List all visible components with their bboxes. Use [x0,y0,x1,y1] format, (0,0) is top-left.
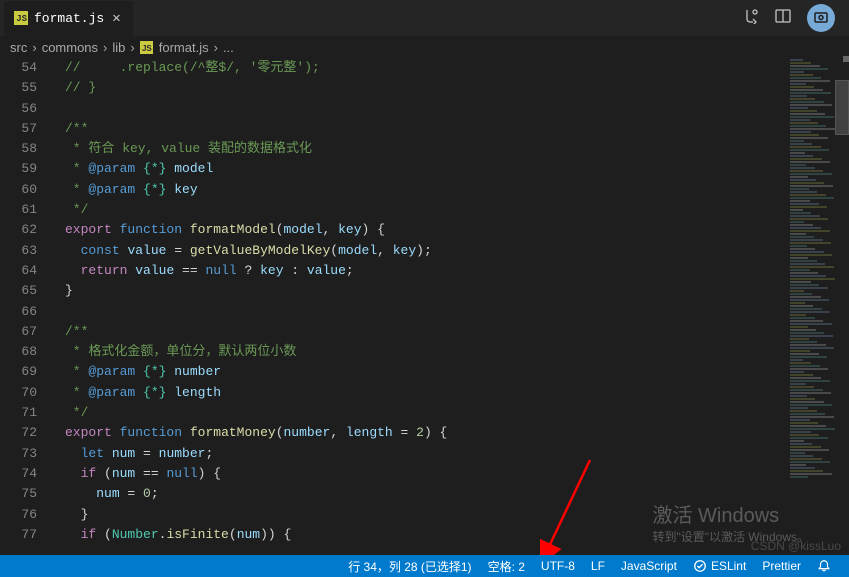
tab-bar: JS format.js ✕ [0,0,849,36]
chevron-right-icon: › [214,40,218,55]
breadcrumb-item[interactable]: lib [112,40,125,55]
csdn-watermark: CSDN @kissLuo [751,539,841,553]
breadcrumb-item[interactable]: commons [42,40,98,55]
breadcrumb-item[interactable]: ... [223,40,234,55]
chevron-right-icon: › [130,40,134,55]
compare-changes-icon[interactable] [743,8,759,28]
code-content[interactable]: // .replace(/^整$/, '零元整');// } /** * 符合 … [55,58,784,555]
editor[interactable]: 5455565758596061626364656667686970717273… [0,58,849,555]
chevron-right-icon: › [103,40,107,55]
split-editor-icon[interactable] [775,8,791,28]
prettier-status[interactable]: Prettier [754,559,809,573]
toggle-screencast-icon[interactable] [807,4,835,32]
js-file-icon: JS [14,11,28,25]
breadcrumb-item[interactable]: src [10,40,27,55]
breadcrumb-item[interactable]: format.js [159,40,209,55]
line-numbers: 5455565758596061626364656667686970717273… [0,58,55,555]
language-mode[interactable]: JavaScript [613,559,685,573]
notifications-icon[interactable] [809,559,839,573]
tab-format-js[interactable]: JS format.js ✕ [4,1,134,36]
js-file-icon: JS [140,41,153,54]
eslint-status[interactable]: ESLint [685,559,754,573]
status-bar: 行 34，列 28 (已选择1) 空格: 2 UTF-8 LF JavaScri… [0,555,849,577]
encoding[interactable]: UTF-8 [533,559,583,573]
overview-ruler-mark [843,56,849,62]
cursor-position[interactable]: 行 34，列 28 (已选择1) [340,558,479,575]
breadcrumb[interactable]: src › commons › lib › JS format.js › ... [0,36,849,58]
chevron-right-icon: › [32,40,36,55]
close-icon[interactable]: ✕ [110,10,122,27]
tab-label: format.js [34,11,104,26]
scrollbar-thumb[interactable] [835,80,849,135]
eol[interactable]: LF [583,559,613,573]
indentation[interactable]: 空格: 2 [480,558,533,575]
